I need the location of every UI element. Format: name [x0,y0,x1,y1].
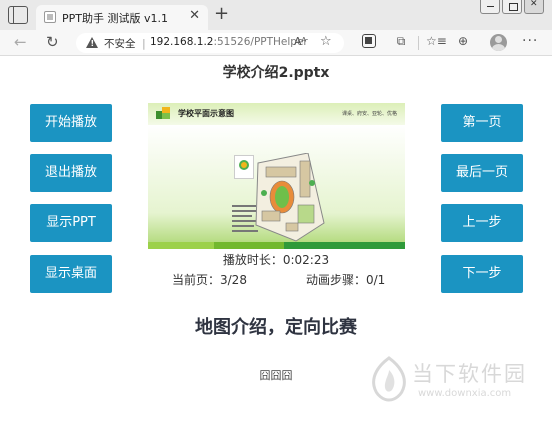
watermark-logo-icon [372,356,406,402]
maximize-button[interactable] [502,0,522,14]
current-slide-heading: 地图介绍，定向比赛 [195,317,357,338]
browser-tab[interactable]: PPT助手 测试版 v1.1 ✕ [36,5,208,30]
url-host: 192.168.1.2 [150,36,214,48]
warning-icon[interactable] [86,37,98,48]
favorite-star-icon[interactable]: ☆ [320,34,332,49]
page-favicon-icon [44,11,56,23]
start-play-button[interactable]: 开始播放 [30,104,112,142]
favorites-icon[interactable]: ☆≡ [426,34,447,48]
watermark: 当下软件园 www.downxia.com [368,356,548,406]
read-aloud-icon[interactable]: Aᴬ [294,35,306,48]
slide-footer-bar [284,242,405,249]
current-page-indicator: 当前页：3/28 [172,273,247,287]
collections-icon[interactable]: ⊕ [456,34,470,48]
animation-step-indicator: 动画步骤：0/1 [306,273,386,287]
tab-title: PPT助手 测试版 v1.1 [62,12,168,25]
watermark-url: www.downxia.com [418,388,512,399]
previous-step-button[interactable]: 上一步 [441,204,523,242]
campus-map-icon [255,153,325,242]
more-menu-icon[interactable]: ··· [522,34,537,48]
play-duration: 播放时长：0:02:23 [222,253,330,267]
slide-footer-bar [214,242,284,249]
slide-preview: 学校平面示意图 课桌、府安、亚轮、优格 [148,103,405,249]
tab-strip: PPT助手 测试版 v1.1 ✕ + [0,0,552,30]
url-text[interactable]: 192.168.1.2:51526/PPTHelper [150,36,308,48]
slide-title: 学校平面示意图 [178,109,234,118]
tab-close-icon[interactable]: ✕ [189,8,200,23]
close-window-button[interactable] [524,0,544,14]
slide-subtitle: 课桌、府安、亚轮、优格 [341,111,397,117]
window-controls [478,0,544,14]
split-screen-icon[interactable] [362,34,376,48]
tab-actions-icon[interactable] [8,6,28,24]
first-page-button[interactable]: 第一页 [441,104,523,142]
profile-avatar[interactable] [490,34,507,51]
slide-header: 学校平面示意图 课桌、府安、亚轮、优格 [148,103,405,125]
slide-logo-icon [156,107,170,119]
address-bar[interactable]: 不安全 | 192.168.1.2:51526/PPTHelper Aᴬ ☆ [76,33,344,53]
slide-body [148,125,405,242]
slide-footer-bar [148,242,214,249]
exit-play-button[interactable]: 退出播放 [30,154,112,192]
file-name-title: 学校介绍2.pptx [222,65,330,81]
new-tab-button[interactable]: + [214,4,229,24]
back-icon[interactable]: ← [14,33,27,51]
security-label[interactable]: 不安全 [104,36,136,51]
show-ppt-button[interactable]: 显示PPT [30,204,112,242]
extensions-icon[interactable]: ⧉ [394,34,408,48]
minimize-button[interactable] [480,0,500,14]
toolbar-divider [418,36,419,50]
last-page-button[interactable]: 最后一页 [441,154,523,192]
address-separator: | [142,37,146,50]
watermark-text: 当下软件园 [412,362,527,386]
reload-icon[interactable]: ↻ [46,33,59,51]
browser-toolbar: ← ↻ 不安全 | 192.168.1.2:51526/PPTHelper Aᴬ… [0,30,552,56]
